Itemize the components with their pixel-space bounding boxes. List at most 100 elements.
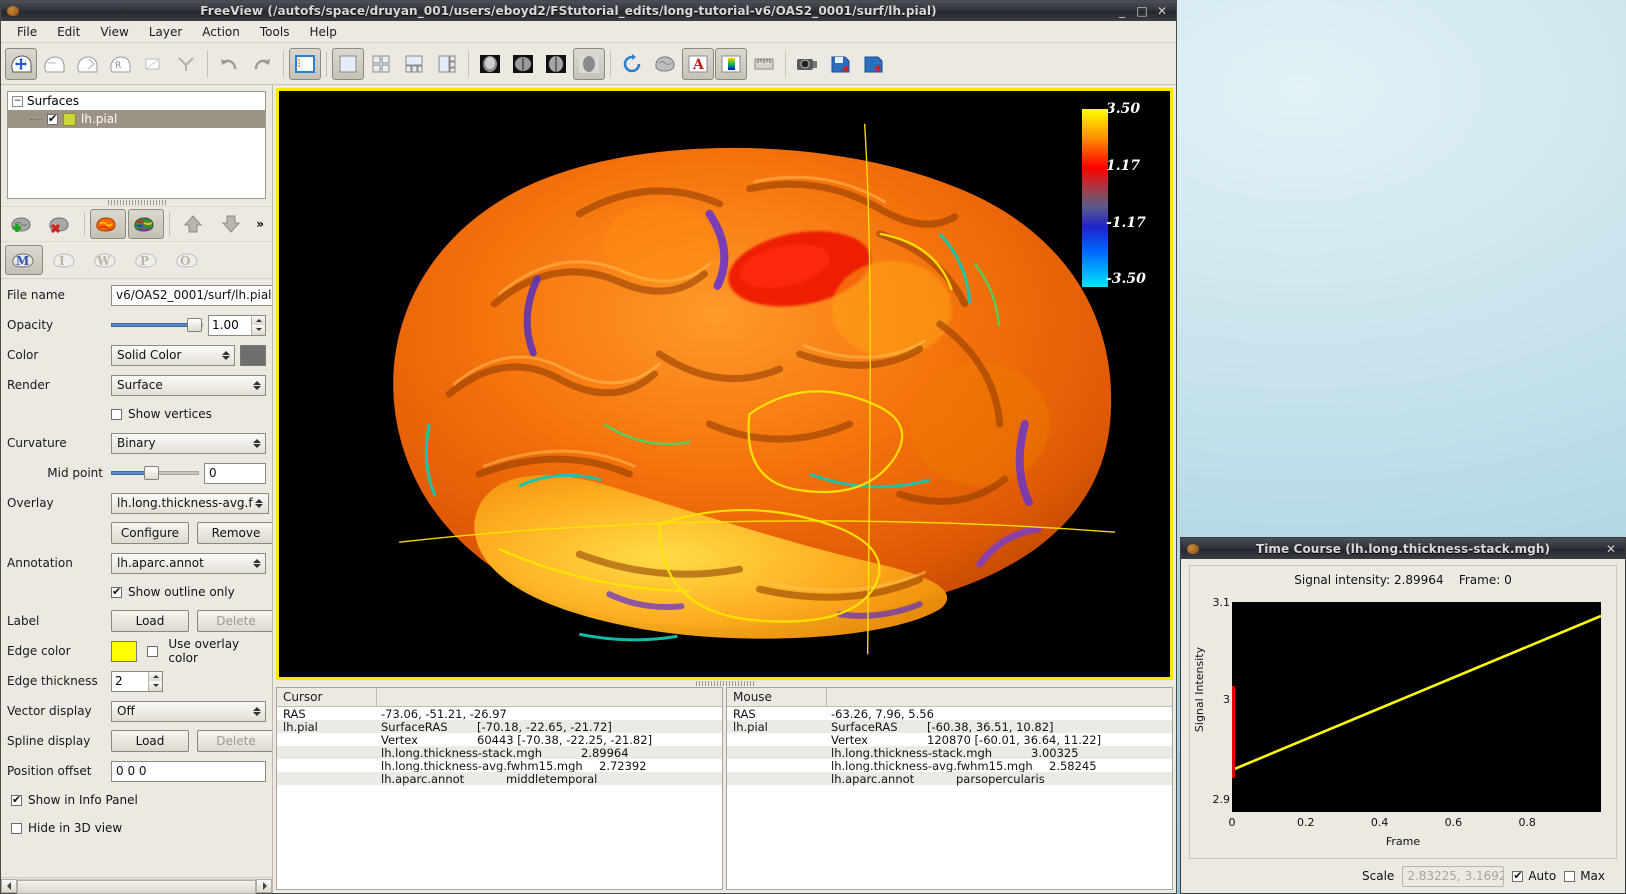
voxel-edit-icon[interactable]: [38, 48, 70, 80]
table-row[interactable]: RAS -63.26, 7.96, 5.56: [727, 707, 1172, 720]
auto-scale-option[interactable]: Auto: [1512, 869, 1556, 883]
render-3d-view[interactable]: 3.50 1.17 -1.17 -3.50: [276, 88, 1173, 680]
auto-checkbox[interactable]: [1512, 871, 1523, 882]
view-axial-icon[interactable]: [540, 48, 572, 80]
menu-edit[interactable]: Edit: [47, 23, 90, 41]
opacity-down-icon[interactable]: [252, 325, 265, 335]
show-annotation-layer-icon[interactable]: [128, 209, 164, 239]
layout-1x1-icon[interactable]: [332, 48, 364, 80]
layout-2x2-icon[interactable]: [365, 48, 397, 80]
path-edit-icon[interactable]: [170, 48, 202, 80]
layer-color-swatch[interactable]: [63, 113, 76, 126]
point-set-edit-icon[interactable]: [137, 48, 169, 80]
opacity-up-icon[interactable]: [252, 316, 265, 326]
table-row[interactable]: Vertex60443 [-70.38, -22.25, -21.82]: [277, 733, 722, 746]
undo-icon[interactable]: [213, 48, 245, 80]
show-colorscale-icon[interactable]: [715, 48, 747, 80]
table-row[interactable]: lh.long.thickness-avg.fwhm15.mgh2.72392: [277, 759, 722, 772]
menu-help[interactable]: Help: [299, 23, 346, 41]
panel-resize-grip[interactable]: [1, 199, 272, 206]
edge-thickness-spinbox[interactable]: 2: [111, 671, 163, 692]
inflated-surface-icon[interactable]: I: [46, 245, 84, 275]
use-overlay-color-checkbox[interactable]: [147, 646, 158, 657]
color-combo[interactable]: Solid Color: [111, 345, 235, 366]
overlay-combo[interactable]: lh.long.thickness-avg.f: [111, 493, 269, 514]
move-up-icon[interactable]: [175, 209, 211, 239]
save-point-set-icon[interactable]: [857, 48, 889, 80]
left-panel-hscrollbar[interactable]: [1, 877, 272, 893]
render-combo[interactable]: Surface: [111, 375, 266, 396]
menu-action[interactable]: Action: [192, 23, 250, 41]
hscroll-track[interactable]: [17, 879, 256, 893]
annotation-combo[interactable]: lh.aparc.annot: [111, 553, 266, 574]
mouse-info-panel[interactable]: Mouse RAS -63.26, 7.96, 5.56 lh.pial Sur…: [726, 687, 1173, 890]
brain-surface-render[interactable]: [279, 91, 1170, 677]
recon-edit-icon[interactable]: [71, 48, 103, 80]
view-info-splitter[interactable]: [273, 680, 1176, 687]
refresh-icon[interactable]: [616, 48, 648, 80]
vector-display-combo[interactable]: Off: [111, 701, 266, 722]
edge-thickness-down-icon[interactable]: [149, 681, 162, 691]
configure-button[interactable]: Configure: [111, 522, 189, 544]
navigate-icon[interactable]: [5, 48, 37, 80]
move-down-icon[interactable]: [213, 209, 249, 239]
main-surface-icon[interactable]: M: [5, 245, 43, 275]
show-overlay-icon[interactable]: [90, 209, 126, 239]
layer-tree[interactable]: − Surfaces lh.pial: [7, 91, 266, 199]
hscroll-thumb[interactable]: [17, 880, 256, 894]
solid-color-swatch-button[interactable]: [240, 345, 266, 366]
layer-item-lh-pial[interactable]: lh.pial: [8, 110, 265, 128]
menu-file[interactable]: File: [7, 23, 47, 41]
show-panel-icon[interactable]: [289, 48, 321, 80]
roi-edit-icon[interactable]: R: [104, 48, 136, 80]
close-icon[interactable]: ✕: [1605, 543, 1617, 555]
time-course-plot-area[interactable]: Signal intensity: 2.89964 Frame: 0 Signa…: [1189, 565, 1617, 859]
layer-group-surfaces[interactable]: − Surfaces: [8, 92, 265, 110]
file-name-field[interactable]: v6/OAS2_0001/surf/lh.pial: [111, 285, 272, 306]
expander-icon[interactable]: −: [12, 96, 23, 107]
opacity-slider[interactable]: [111, 318, 203, 332]
original-surface-icon[interactable]: O: [169, 245, 207, 275]
edge-thickness-up-icon[interactable]: [149, 672, 162, 682]
remove-button[interactable]: Remove: [197, 522, 272, 544]
scroll-right-icon[interactable]: [256, 879, 272, 893]
menu-layer[interactable]: Layer: [139, 23, 192, 41]
midpoint-slider[interactable]: [111, 466, 199, 480]
view-coronal-icon[interactable]: [507, 48, 539, 80]
unload-surface-icon[interactable]: [43, 209, 79, 239]
menu-tools[interactable]: Tools: [250, 23, 300, 41]
scroll-left-icon[interactable]: [1, 879, 17, 893]
table-row[interactable]: lh.long.thickness-avg.fwhm15.mgh2.58245: [727, 759, 1172, 772]
midpoint-field[interactable]: 0: [204, 463, 266, 484]
show-in-info-panel-checkbox[interactable]: [11, 795, 22, 806]
spline-load-button[interactable]: Load: [111, 730, 189, 752]
show-annotation-icon[interactable]: A: [682, 48, 714, 80]
maximize-button[interactable]: □: [1136, 5, 1148, 17]
menu-view[interactable]: View: [90, 23, 138, 41]
view-sagittal-icon[interactable]: [474, 48, 506, 80]
show-surfaces-icon[interactable]: [649, 48, 681, 80]
layer-visibility-checkbox[interactable]: [47, 114, 58, 125]
max-scale-option[interactable]: Max: [1564, 869, 1605, 883]
table-row[interactable]: lh.long.thickness-stack.mgh3.00325: [727, 746, 1172, 759]
pial-surface-icon[interactable]: P: [128, 245, 166, 275]
max-checkbox[interactable]: [1564, 871, 1575, 882]
table-row[interactable]: lh.aparc.annotparsopercularis: [727, 772, 1172, 785]
table-row[interactable]: RAS -73.06, -51.21, -26.97: [277, 707, 722, 720]
time-course-chart[interactable]: [1232, 602, 1601, 812]
show-vertices-checkbox[interactable]: [111, 409, 122, 420]
layout-1-and-3-icon[interactable]: [398, 48, 430, 80]
edge-color-swatch-button[interactable]: [111, 641, 137, 662]
opacity-spinbox[interactable]: 1.00: [208, 315, 266, 336]
view-3d-icon[interactable]: [573, 48, 605, 80]
curvature-combo[interactable]: Binary: [111, 433, 266, 454]
save-volume-icon[interactable]: [824, 48, 856, 80]
load-surface-icon[interactable]: [5, 209, 41, 239]
label-load-button[interactable]: Load: [111, 610, 189, 632]
cursor-info-panel[interactable]: Cursor RAS -73.06, -51.21, -26.97 lh.pia…: [276, 687, 723, 890]
table-row[interactable]: Vertex120870 [-60.01, 36.64, 11.22]: [727, 733, 1172, 746]
close-button[interactable]: ✕: [1156, 5, 1168, 17]
layer-toolbar-overflow[interactable]: »: [256, 217, 268, 231]
show-ruler-icon[interactable]: [748, 48, 780, 80]
table-row[interactable]: lh.long.thickness-stack.mgh2.89964: [277, 746, 722, 759]
